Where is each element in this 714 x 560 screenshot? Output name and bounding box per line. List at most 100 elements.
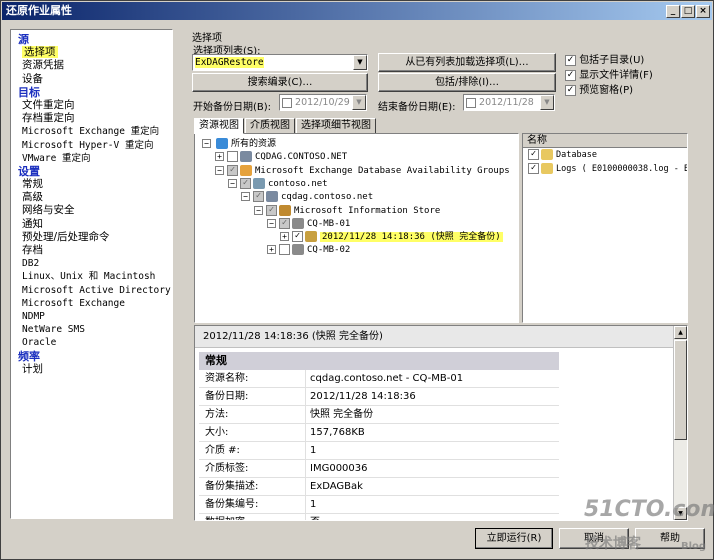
nav-item-label: DB2 — [22, 258, 40, 270]
expand-icon[interactable]: + — [267, 245, 276, 255]
selection-list-combo[interactable]: ExDAGRestore ▼ — [192, 54, 368, 71]
nav-item[interactable]: 网络与安全 — [11, 204, 172, 217]
start-date-value: 2012/10/29 — [295, 97, 350, 108]
nav-item[interactable]: 设备 — [11, 73, 172, 86]
nav-item[interactable]: Microsoft Exchange — [11, 297, 172, 310]
close-icon[interactable]: × — [696, 5, 710, 18]
collapse-icon[interactable]: − — [202, 139, 211, 148]
nav-item[interactable]: DB2 — [11, 257, 172, 270]
chevron-down-icon[interactable]: ▼ — [540, 95, 554, 110]
tab-resource-view[interactable]: 资源视图 — [194, 118, 244, 134]
nav-item[interactable]: Microsoft Active Directory — [11, 284, 172, 297]
chevron-down-icon[interactable]: ▼ — [353, 55, 367, 70]
tree-node-label: Microsoft Information Store — [294, 205, 441, 216]
nav-item-label: Microsoft Active Directory — [22, 284, 171, 296]
nav-item[interactable]: 预处理/后处理命令 — [11, 231, 172, 244]
nav-item[interactable]: 通知 — [11, 218, 172, 231]
list-checkbox[interactable]: ✓ — [528, 149, 539, 160]
tree-checkbox[interactable] — [279, 244, 290, 256]
nav-item-label: 文件重定向 — [22, 98, 75, 111]
end-date-checkbox[interactable] — [466, 97, 476, 108]
tree-checkbox[interactable]: ✓ — [253, 191, 264, 203]
exchange-icon — [240, 164, 252, 176]
property-value: 1 — [305, 442, 316, 460]
tree-node[interactable]: − ✓ cqdag.contoso.net — [241, 191, 373, 204]
property-key: 备份集编号: — [205, 499, 259, 510]
column-header-name[interactable]: 名称 — [523, 134, 687, 148]
list-item[interactable]: ✓ Database — [523, 148, 687, 162]
nav-item[interactable]: NDMP — [11, 310, 172, 323]
expand-icon[interactable]: + — [215, 152, 224, 162]
tree-checkbox[interactable]: ✓ — [266, 204, 277, 216]
tree-node[interactable]: − ✓ Microsoft Information Store — [254, 204, 441, 218]
nav-item[interactable]: Microsoft Exchange 重定向 — [11, 125, 172, 138]
nav-item-selected[interactable]: 选择项 — [11, 46, 172, 59]
tree-node[interactable]: − ✓ contoso.net — [228, 177, 328, 191]
start-date-picker[interactable]: 2012/10/29 ▼ — [279, 94, 367, 111]
nav-item-label: 频率 — [18, 349, 40, 363]
tab-selection-detail-view[interactable]: 选择项细节视图 — [296, 118, 376, 134]
list-checkbox[interactable]: ✓ — [528, 163, 539, 174]
tree-node-label: contoso.net — [268, 178, 328, 189]
search-catalog-button[interactable]: 搜索编录(C)… — [192, 73, 368, 92]
database-icon — [292, 217, 304, 229]
collapse-icon[interactable]: − — [267, 218, 276, 228]
maximize-icon[interactable]: □ — [681, 5, 695, 18]
tree-checkbox[interactable] — [227, 151, 238, 163]
tree-node-label: Microsoft Exchange Database Availability… — [255, 165, 510, 176]
nav-item[interactable]: Linux、Unix 和 Macintosh — [11, 270, 172, 283]
property-value: 1 — [305, 496, 316, 514]
end-date-label: 结束备份日期(E): — [378, 102, 456, 113]
tab-media-view[interactable]: 介质视图 — [245, 118, 295, 134]
tree-node[interactable]: − ✓ CQ-MB-01 — [267, 217, 351, 231]
load-selection-button[interactable]: 从已有列表加载选择项(L)… — [378, 53, 556, 72]
preview-pane-checkbox[interactable]: ✓ 预览窗格(P) — [565, 84, 633, 97]
chevron-down-icon[interactable]: ▼ — [352, 95, 366, 110]
scroll-thumb[interactable] — [674, 340, 687, 440]
nav-item[interactable]: 资源凭据 — [11, 59, 172, 72]
show-file-details-checkbox[interactable]: ✓ 显示文件详情(F) — [565, 69, 653, 82]
start-date-checkbox[interactable] — [282, 97, 292, 108]
end-date-picker[interactable]: 2012/11/28 ▼ — [463, 94, 555, 111]
nav-item-label: 预处理/后处理命令 — [22, 230, 110, 243]
nav-item[interactable]: 常规 — [11, 178, 172, 191]
tree-node[interactable]: + CQ-MB-02 — [267, 244, 350, 257]
nav-item[interactable]: Oracle — [11, 336, 172, 349]
nav-item[interactable]: 存档 — [11, 244, 172, 257]
nav-item[interactable]: Microsoft Hyper-V 重定向 — [11, 139, 172, 152]
tree-node[interactable]: + CQDAG.CONTOSO.NET — [215, 151, 347, 164]
tree-node[interactable]: − 所有的资源 — [202, 138, 276, 151]
nav-item[interactable]: 文件重定向 — [11, 99, 172, 112]
nav-item[interactable]: 计划 — [11, 363, 172, 376]
property-value: 2012/11/28 14:18:36 — [305, 388, 416, 406]
collapse-icon[interactable]: − — [228, 178, 237, 188]
scroll-up-icon[interactable]: ▲ — [674, 326, 687, 339]
tree-node[interactable]: − ✓ Microsoft Exchange Database Availabili… — [215, 164, 510, 178]
property-row: 数据加密: 否 — [199, 514, 559, 520]
tree-checkbox[interactable]: ✓ — [279, 217, 290, 229]
property-key: 资源名称: — [205, 373, 249, 384]
expand-icon[interactable]: + — [280, 232, 289, 242]
tree-node-label: CQ-MB-01 — [307, 218, 351, 229]
property-value: 否 — [305, 514, 320, 520]
tree-node[interactable]: + ✓ 2012/11/28 14:18:36 (快照 完全备份) — [280, 231, 503, 244]
collapse-icon[interactable]: − — [254, 205, 263, 215]
nav-item[interactable]: 存档重定向 — [11, 112, 172, 125]
list-item[interactable]: ✓ Logs ( E0100000038.log - E0 — [523, 162, 687, 176]
preview-pane-label: 预览窗格(P) — [579, 85, 634, 96]
checkbox-icon: ✓ — [565, 54, 576, 66]
minimize-icon[interactable]: _ — [666, 5, 680, 18]
include-exclude-button[interactable]: 包括/排除(I)… — [378, 73, 556, 92]
nav-item[interactable]: VMware 重定向 — [11, 152, 172, 165]
run-now-button[interactable]: 立即运行(R) — [475, 528, 553, 549]
tree-checkbox[interactable]: ✓ — [240, 177, 251, 189]
collapse-icon[interactable]: − — [241, 192, 250, 202]
tree-checkbox[interactable]: ✓ — [227, 164, 238, 176]
nav-item[interactable]: 高级 — [11, 191, 172, 204]
settings-nav: 源选择项 资源凭据 设备 目标 文件重定向 存档重定向 Microsoft Exchange… — [10, 29, 173, 519]
tree-checkbox[interactable]: ✓ — [292, 231, 303, 243]
collapse-icon[interactable]: − — [215, 165, 224, 175]
include-subdirs-checkbox[interactable]: ✓ 包括子目录(U) — [565, 54, 644, 67]
nav-item[interactable]: NetWare SMS — [11, 323, 172, 336]
vertical-scrollbar[interactable]: ▲ ▼ — [673, 326, 687, 520]
